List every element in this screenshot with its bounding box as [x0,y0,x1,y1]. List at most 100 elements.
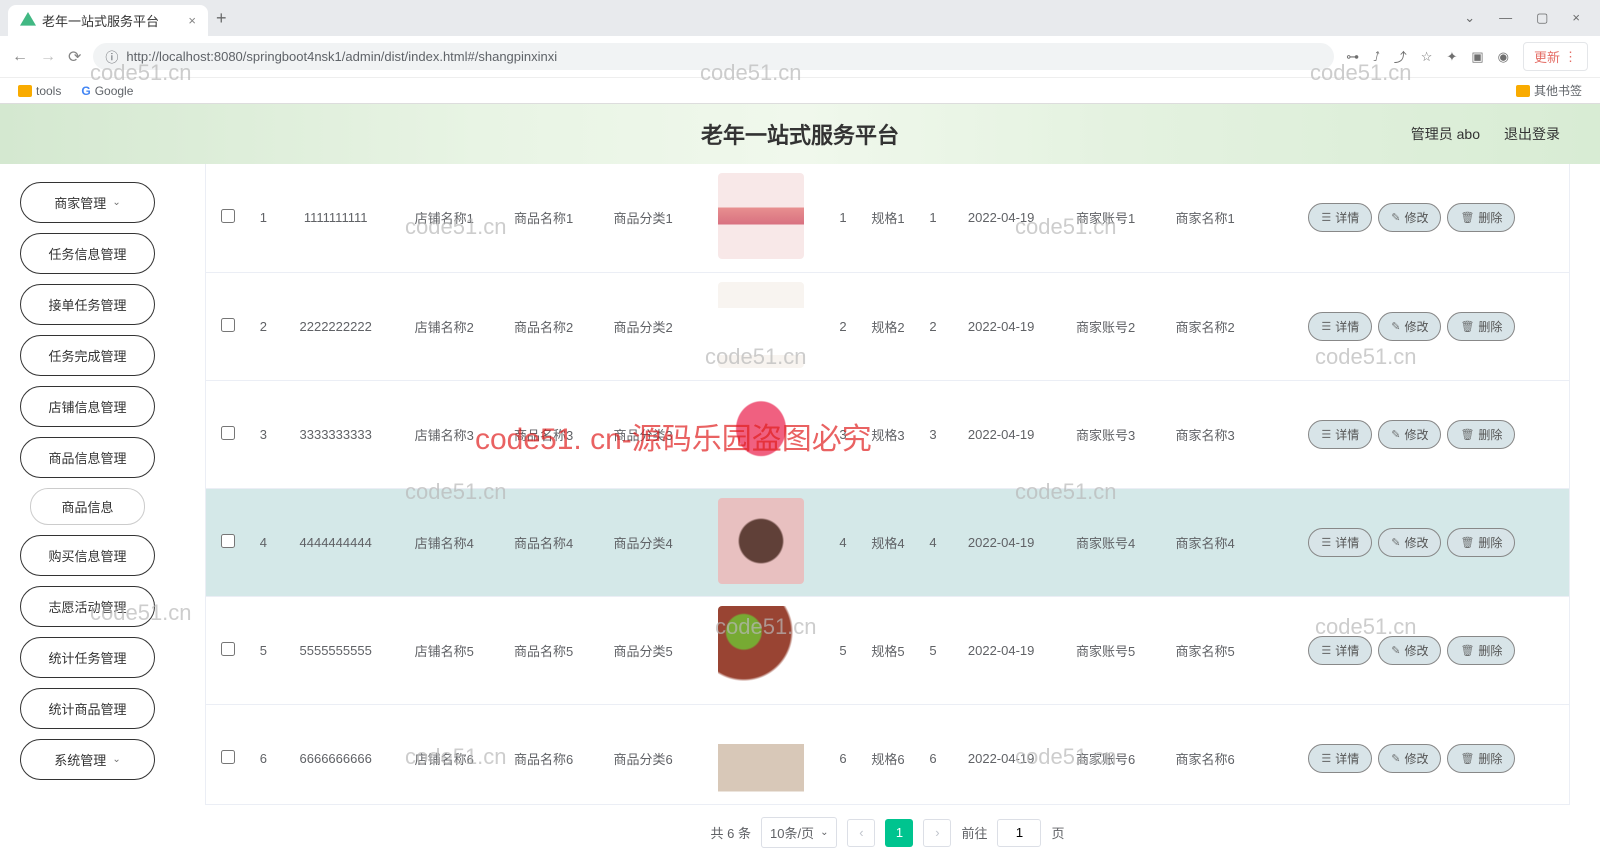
row-checkbox[interactable] [221,209,235,223]
minimize-icon[interactable]: ― [1499,10,1512,26]
delete-button[interactable]: 🗑删除 [1447,528,1515,557]
edit-button[interactable]: ✎修改 [1378,636,1441,665]
prev-page-button[interactable]: ‹ [847,819,875,847]
favicon-icon [20,12,36,28]
cell-date: 2022-04-19 [946,380,1056,488]
sidebar-item[interactable]: 接单任务管理 [20,284,155,325]
panel-icon[interactable]: ▣ [1471,49,1483,65]
back-button[interactable]: ← [12,48,28,66]
star-icon[interactable]: ☆ [1421,49,1433,65]
key-icon[interactable]: ⊶ [1346,49,1359,65]
sidebar-item[interactable]: 商品信息 [30,488,145,525]
sidebar-item[interactable]: 店铺信息管理 [20,386,155,427]
url-text: http://localhost:8080/springboot4nsk1/ad… [126,49,557,64]
page-title: 老年一站式服务平台 [40,118,1560,150]
sidebar-item[interactable]: 任务信息管理 [20,233,155,274]
sidebar-item[interactable]: 系统管理⌄ [20,739,155,780]
sidebar-item[interactable]: 购买信息管理 [20,535,155,576]
sidebar-item[interactable]: 统计任务管理 [20,637,155,678]
sidebar-item-label: 志愿活动管理 [48,597,126,616]
share-icon[interactable]: ⤴ [1394,47,1407,66]
goto-page-input[interactable] [997,819,1041,847]
main-content: 11111111111店铺名称1商品名称1商品分类11规格112022-04-1… [175,164,1600,860]
cell-category: 商品分类2 [593,272,692,380]
cell-date: 2022-04-19 [946,488,1056,596]
delete-button[interactable]: 🗑删除 [1447,744,1515,773]
menu-dots-icon: ⋮ [1564,49,1577,65]
detail-icon: ☰ [1321,320,1331,333]
bookmark-google[interactable]: GGoogle [81,84,133,98]
cell-index: 2 [250,272,277,380]
reload-button[interactable]: ⟳ [68,47,81,67]
cell-index: 3 [250,380,277,488]
sidebar-item[interactable]: 商家管理⌄ [20,182,155,223]
detail-icon: ☰ [1321,211,1331,224]
detail-button[interactable]: ☰详情 [1308,744,1372,773]
cell-spec: 规格2 [856,272,919,380]
sidebar-item[interactable]: 任务完成管理 [20,335,155,376]
detail-button[interactable]: ☰详情 [1308,203,1372,232]
detail-button[interactable]: ☰详情 [1308,636,1372,665]
delete-button[interactable]: 🗑删除 [1447,203,1515,232]
tab-close-icon[interactable]: × [188,13,196,28]
row-checkbox[interactable] [221,426,235,440]
logout-link[interactable]: 退出登录 [1504,124,1560,144]
extension-icon[interactable]: ✦ [1446,49,1457,65]
cell-category: 商品分类6 [593,704,692,805]
url-input[interactable]: ⓘ http://localhost:8080/springboot4nsk1/… [93,43,1334,70]
folder-icon [1516,85,1530,97]
bookmark-other[interactable]: 其他书签 [1516,82,1582,99]
cell-spec: 规格3 [856,380,919,488]
cell-stock: 3 [830,380,857,488]
detail-button[interactable]: ☰详情 [1308,312,1372,341]
cell-date: 2022-04-19 [946,164,1056,272]
product-image [718,173,804,259]
translate-icon[interactable]: ⭜ [1373,49,1380,65]
edit-button[interactable]: ✎修改 [1378,420,1441,449]
edit-icon: ✎ [1391,752,1400,765]
row-checkbox[interactable] [221,750,235,764]
cell-store: 店铺名称6 [395,704,494,805]
table-row: 11111111111店铺名称1商品名称1商品分类11规格112022-04-1… [206,164,1569,272]
cell-price: 3 [920,380,947,488]
table-row: 44444444444店铺名称4商品名称4商品分类44规格442022-04-1… [206,488,1569,596]
edit-button[interactable]: ✎修改 [1378,203,1441,232]
cell-spec: 规格6 [856,704,919,805]
page-number[interactable]: 1 [885,819,913,847]
maximize-icon[interactable]: ▢ [1536,10,1548,26]
profile-icon[interactable]: ◉ [1498,49,1509,65]
chevron-down-icon: ⌄ [112,197,120,208]
delete-button[interactable]: 🗑删除 [1447,420,1515,449]
next-page-button[interactable]: › [923,819,951,847]
chevron-down-icon[interactable]: ⌄ [1464,10,1475,26]
tab-bar: 老年一站式服务平台 × + ⌄ ― ▢ × [0,0,1600,36]
row-checkbox[interactable] [221,318,235,332]
admin-label[interactable]: 管理员 abo [1411,124,1480,144]
browser-tab[interactable]: 老年一站式服务平台 × [8,5,208,36]
sidebar-item[interactable]: 商品信息管理 [20,437,155,478]
product-image [718,714,804,800]
edit-button[interactable]: ✎修改 [1378,528,1441,557]
edit-button[interactable]: ✎修改 [1378,744,1441,773]
sidebar-item[interactable]: 统计商品管理 [20,688,155,729]
new-tab-button[interactable]: + [216,8,227,29]
update-button[interactable]: 更新 ⋮ [1523,42,1588,71]
forward-button[interactable]: → [40,48,56,66]
page-size-select[interactable]: 10条/页 ⌄ [761,817,837,848]
sidebar-item[interactable]: 志愿活动管理 [20,586,155,627]
close-icon[interactable]: × [1572,10,1580,26]
edit-icon: ✎ [1391,428,1400,441]
row-checkbox[interactable] [221,534,235,548]
detail-button[interactable]: ☰详情 [1308,528,1372,557]
bookmark-tools[interactable]: tools [18,84,61,98]
sidebar-item-label: 接单任务管理 [48,295,126,314]
delete-button[interactable]: 🗑删除 [1447,636,1515,665]
delete-button[interactable]: 🗑删除 [1447,312,1515,341]
delete-icon: 🗑 [1460,644,1474,657]
sidebar-item-label: 购买信息管理 [48,546,126,565]
row-checkbox[interactable] [221,642,235,656]
detail-button[interactable]: ☰详情 [1308,420,1372,449]
edit-icon: ✎ [1391,536,1400,549]
edit-button[interactable]: ✎修改 [1378,312,1441,341]
cell-name: 商品名称5 [494,596,593,704]
